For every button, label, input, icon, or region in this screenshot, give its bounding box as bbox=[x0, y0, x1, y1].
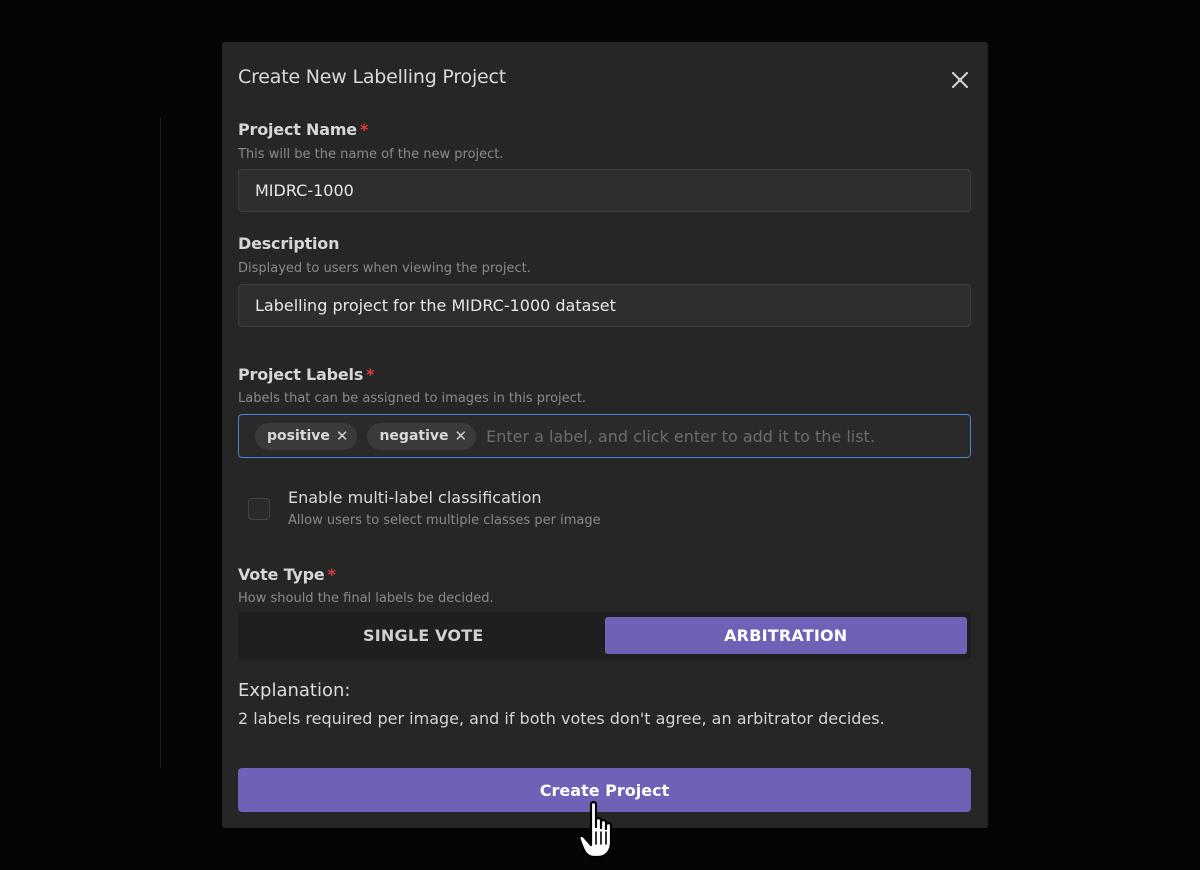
explanation-text: 2 labels required per image, and if both… bbox=[238, 709, 885, 728]
project-name-input[interactable] bbox=[238, 169, 971, 212]
description-help: Displayed to users when viewing the proj… bbox=[238, 261, 531, 276]
required-marker: * bbox=[359, 120, 369, 139]
description-input[interactable] bbox=[238, 284, 971, 327]
label-entry-field[interactable] bbox=[486, 415, 970, 457]
vote-type-label: Vote Type * bbox=[238, 565, 336, 584]
background-divider bbox=[160, 118, 161, 768]
close-icon bbox=[951, 71, 969, 89]
label-tag-text: positive bbox=[267, 428, 330, 444]
required-marker: * bbox=[327, 565, 336, 584]
multi-label-label[interactable]: Enable multi-label classification bbox=[288, 488, 542, 507]
project-name-label: Project Name * bbox=[238, 120, 368, 139]
vote-type-label-text: Vote Type bbox=[238, 565, 325, 584]
project-labels-help: Labels that can be assigned to images in… bbox=[238, 391, 587, 406]
project-labels-input[interactable]: positive ✕ negative ✕ bbox=[238, 414, 971, 458]
multi-label-help: Allow users to select multiple classes p… bbox=[288, 513, 601, 528]
label-tag-text: negative bbox=[379, 428, 449, 444]
label-tag-negative: negative ✕ bbox=[367, 422, 477, 450]
vote-type-help: How should the final labels be decided. bbox=[238, 591, 494, 606]
create-project-modal: Create New Labelling Project Project Nam… bbox=[222, 42, 988, 828]
project-labels-label-text: Project Labels bbox=[238, 365, 364, 384]
single-vote-option[interactable]: SINGLE VOTE bbox=[242, 617, 605, 654]
close-button[interactable] bbox=[948, 68, 972, 92]
vote-type-toggle: SINGLE VOTE ARBITRATION bbox=[238, 612, 971, 659]
arbitration-option[interactable]: ARBITRATION bbox=[604, 617, 967, 654]
remove-tag-icon[interactable]: ✕ bbox=[455, 427, 468, 445]
multi-label-checkbox[interactable] bbox=[248, 498, 270, 520]
remove-tag-icon[interactable]: ✕ bbox=[336, 427, 349, 445]
project-name-label-text: Project Name bbox=[238, 120, 357, 139]
modal-title: Create New Labelling Project bbox=[238, 66, 507, 88]
project-labels-label: Project Labels * bbox=[238, 365, 375, 384]
required-marker: * bbox=[366, 365, 375, 384]
explanation-title: Explanation: bbox=[238, 680, 351, 701]
label-tag-positive: positive ✕ bbox=[255, 422, 358, 450]
project-name-help: This will be the name of the new project… bbox=[238, 147, 504, 162]
create-project-button[interactable]: Create Project bbox=[238, 768, 971, 812]
description-label: Description bbox=[238, 234, 340, 253]
